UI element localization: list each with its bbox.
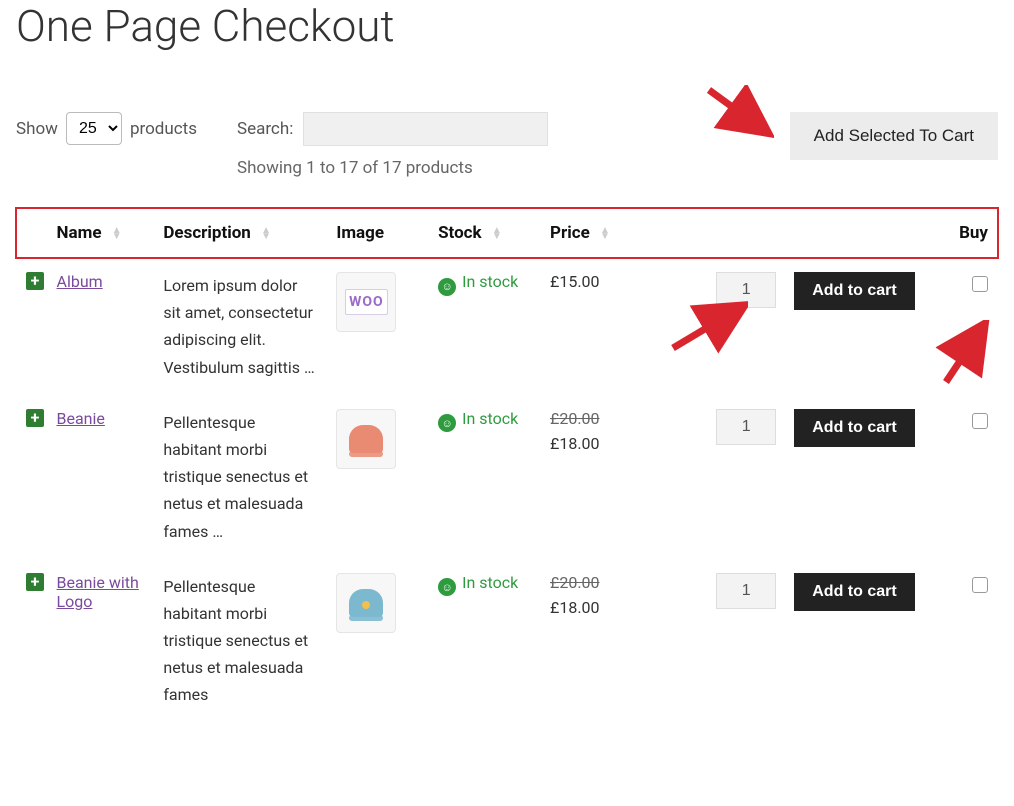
in-stock-icon: ☺ [438,278,456,296]
product-image [336,409,396,469]
stock-status: In stock [462,573,518,592]
expand-row-button[interactable]: + [26,573,44,591]
product-name-link[interactable]: Album [57,272,103,291]
price-sale: £18.00 [550,434,616,453]
price-original: £20.00 [550,573,616,592]
products-label: products [130,119,197,139]
product-thumbnail [349,589,383,617]
show-label: Show [16,119,58,139]
product-name-link[interactable]: Beanie [57,409,105,428]
column-header-image: Image [326,208,428,258]
product-description: Pellentesque habitant morbi tristique se… [153,395,326,559]
search-input[interactable] [303,112,548,146]
product-description: Lorem ipsum dolor sit amet, consectetur … [153,258,326,395]
column-header-buy: Buy [937,208,998,258]
results-count-text: Showing 1 to 17 of 17 products [237,158,548,178]
expand-row-button[interactable]: + [26,409,44,427]
add-selected-to-cart-button[interactable]: Add Selected To Cart [790,112,998,160]
page-size-select[interactable]: 25 [66,112,122,145]
sort-icon: ▲▼ [600,228,610,240]
column-header-stock[interactable]: Stock ▲▼ [428,208,540,258]
buy-checkbox[interactable] [972,276,988,292]
quantity-input[interactable] [716,573,776,609]
sort-icon: ▲▼ [261,228,271,240]
stock-status: In stock [462,272,518,291]
column-header-price[interactable]: Price ▲▼ [540,208,626,258]
product-description: Pellentesque habitant morbi tristique se… [153,559,326,723]
add-to-cart-button[interactable]: Add to cart [794,573,914,611]
column-header-description[interactable]: Description ▲▼ [153,208,326,258]
table-row: + Album Lorem ipsum dolor sit amet, cons… [16,258,998,395]
product-image [336,573,396,633]
product-thumbnail: WOO [345,289,388,315]
price-original: £20.00 [550,409,616,428]
price: £15.00 [550,272,600,291]
search-label: Search: [237,119,293,139]
quantity-input[interactable] [716,272,776,308]
stock-status: In stock [462,409,518,428]
quantity-input[interactable] [716,409,776,445]
table-row: + Beanie Pellentesque habitant morbi tri… [16,395,998,559]
product-thumbnail [349,425,383,453]
in-stock-icon: ☺ [438,578,456,596]
expand-row-button[interactable]: + [26,272,44,290]
column-header-name[interactable]: Name ▲▼ [47,208,154,258]
in-stock-icon: ☺ [438,414,456,432]
buy-checkbox[interactable] [972,577,988,593]
controls-row: Show 25 products Search: Showing 1 to 17… [16,112,998,178]
sort-icon: ▲▼ [112,228,122,240]
product-name-link[interactable]: Beanie with Logo [57,573,139,611]
add-to-cart-button[interactable]: Add to cart [794,409,914,447]
products-table: Name ▲▼ Description ▲▼ Image Stock ▲▼ Pr… [16,208,998,723]
table-header: Name ▲▼ Description ▲▼ Image Stock ▲▼ Pr… [16,208,998,258]
page-title: One Page Checkout [16,0,998,52]
add-to-cart-button[interactable]: Add to cart [794,272,914,310]
sort-icon: ▲▼ [492,228,502,240]
buy-checkbox[interactable] [972,413,988,429]
product-image: WOO [336,272,396,332]
table-row: + Beanie with Logo Pellentesque habitant… [16,559,998,723]
price-sale: £18.00 [550,598,616,617]
